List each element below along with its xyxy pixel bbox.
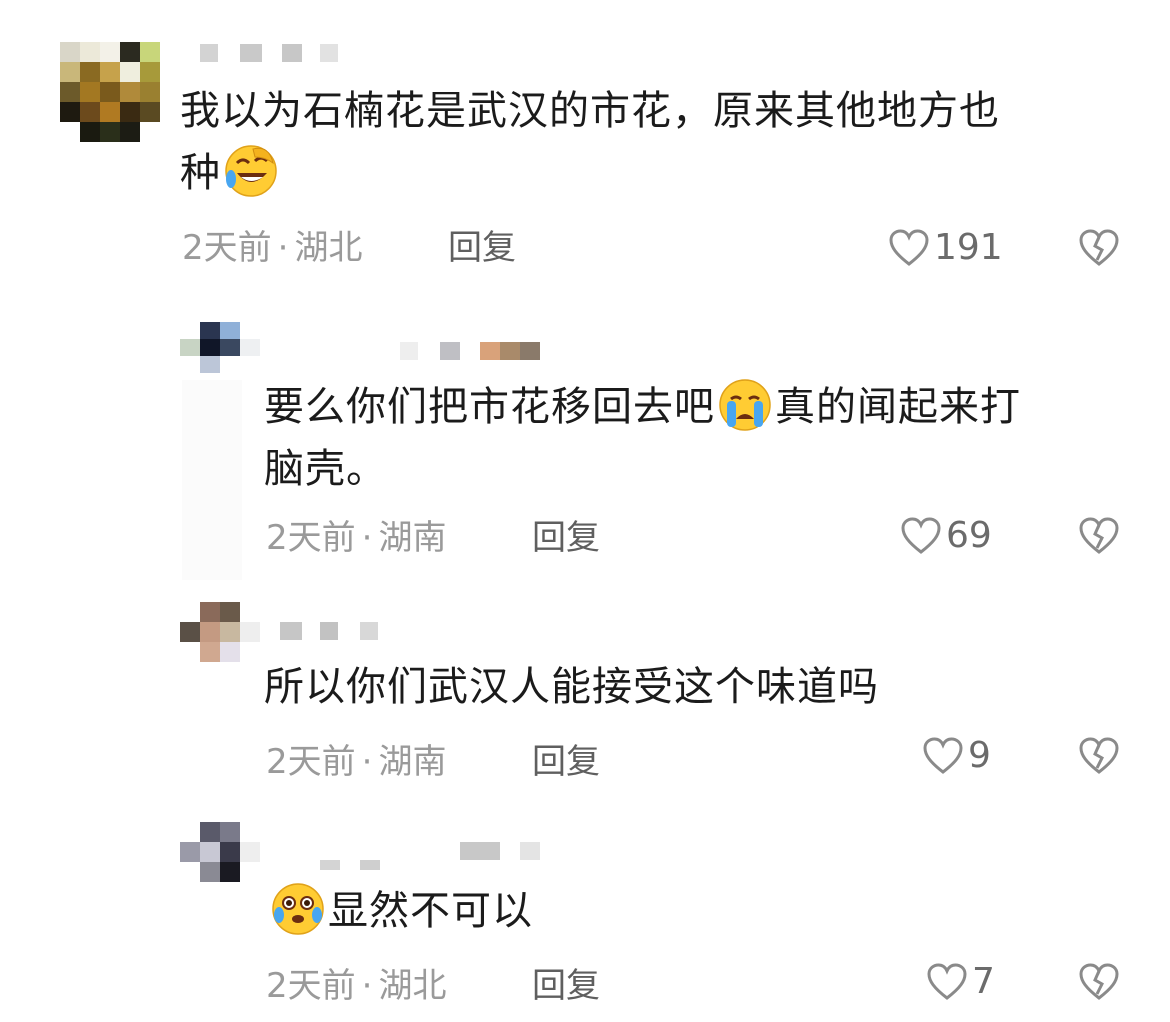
like-count: 7 xyxy=(972,961,995,1002)
avatar[interactable] xyxy=(180,822,260,882)
broken-heart-icon[interactable] xyxy=(1078,962,1120,1002)
heart-icon xyxy=(927,963,967,1000)
tearful-emoji xyxy=(272,883,324,935)
reply-button[interactable]: 回复 xyxy=(532,966,600,1006)
reply-item: 显然不可以 2天前 · 湖北 回复 7 xyxy=(0,0,1170,1022)
comment-text: 显然不可以 xyxy=(268,880,533,942)
username[interactable] xyxy=(320,842,540,870)
like-button[interactable]: 7 xyxy=(926,962,995,1002)
comment-meta: 2天前 · 湖北 xyxy=(266,966,447,1006)
